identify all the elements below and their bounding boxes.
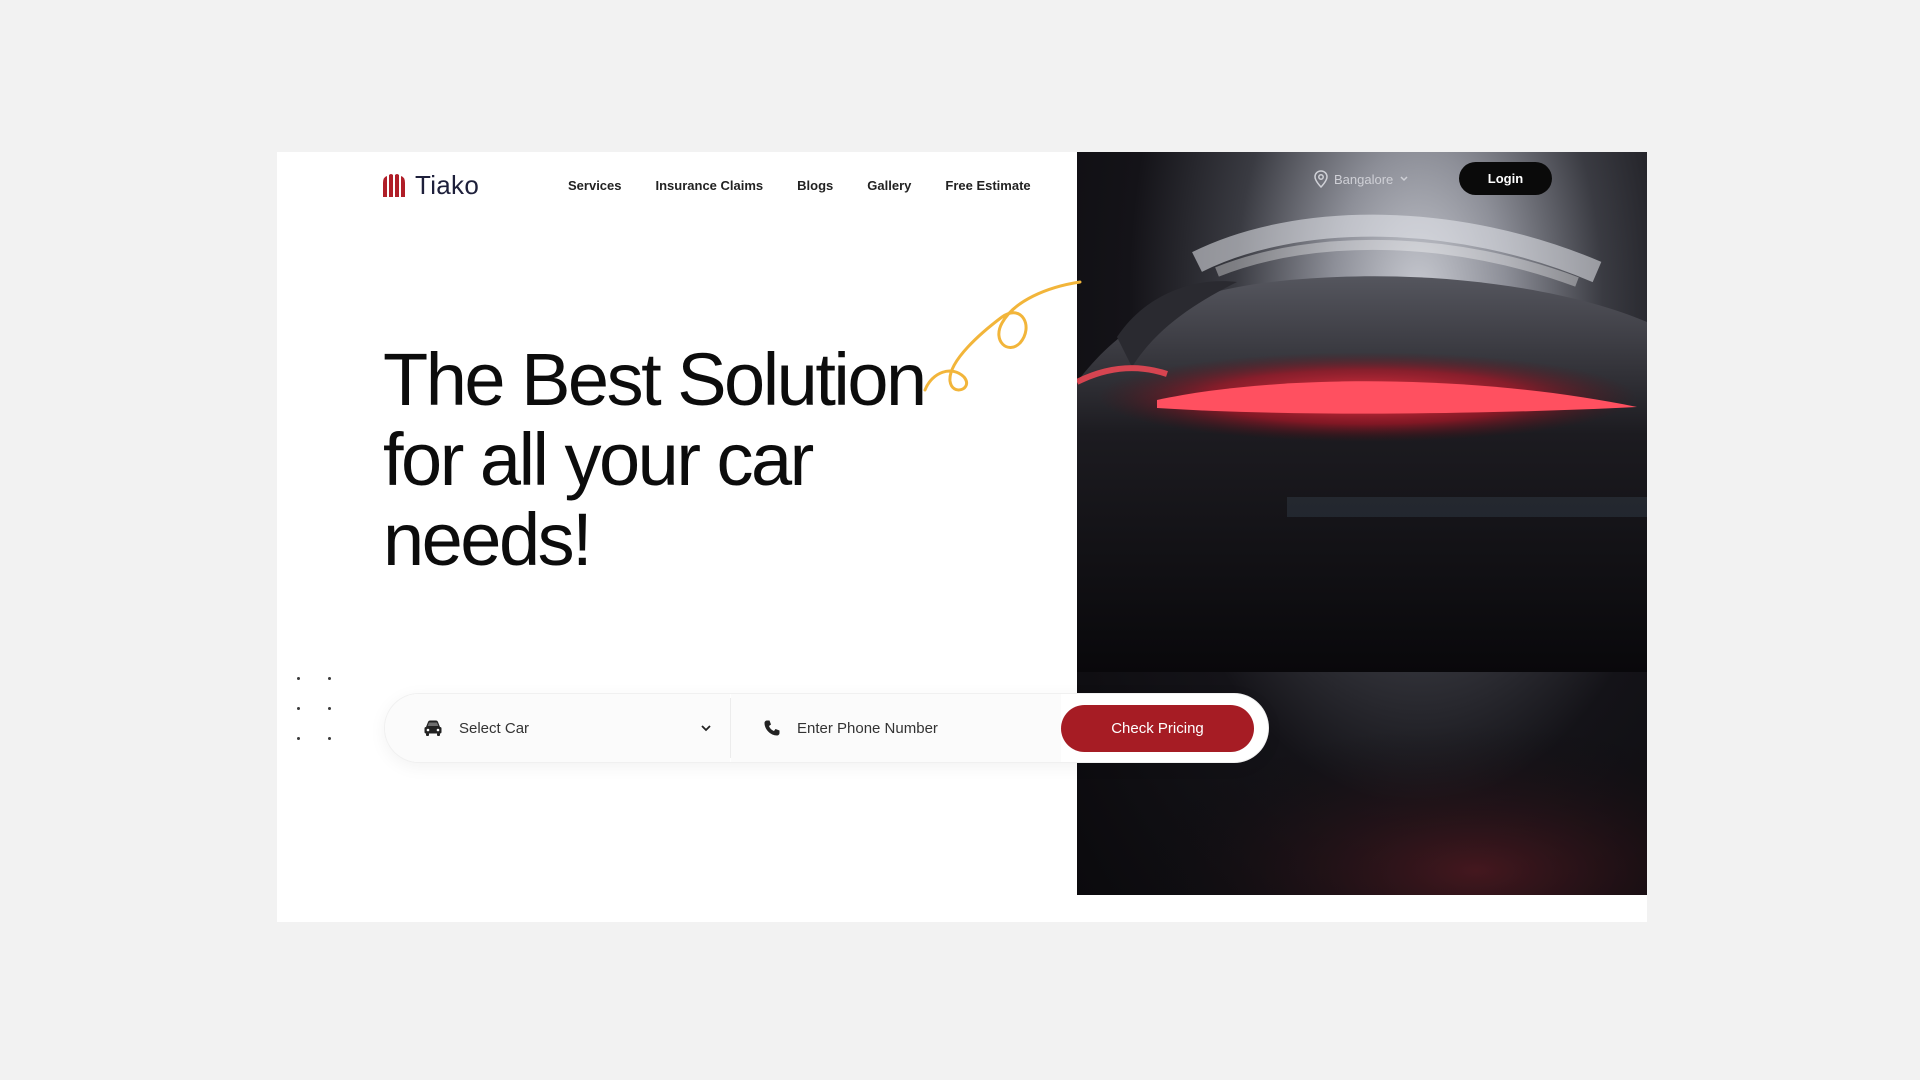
hero-car-image — [1077, 152, 1647, 895]
phone-icon — [764, 720, 780, 736]
check-pricing-button[interactable]: Check Pricing — [1061, 705, 1254, 752]
nav-item-gallery[interactable]: Gallery — [867, 178, 911, 193]
select-car-dropdown[interactable]: Select Car — [385, 694, 730, 762]
main-nav: Services Insurance Claims Blogs Gallery … — [568, 178, 1031, 193]
car-icon — [424, 720, 442, 736]
login-button[interactable]: Login — [1459, 162, 1552, 195]
brand-logo[interactable]: Tiako — [381, 170, 479, 201]
nav-item-services[interactable]: Services — [568, 178, 622, 193]
decorative-swirl-icon — [923, 280, 1082, 392]
phone-field — [731, 694, 1061, 762]
chevron-down-icon — [1400, 176, 1408, 182]
phone-input[interactable] — [795, 718, 1049, 738]
pricing-form: Select Car Check Pricing — [385, 694, 1268, 762]
hero-headline: The Best Solution for all your car needs… — [383, 338, 927, 581]
select-car-label: Select Car — [459, 719, 530, 737]
car-illustration — [1077, 214, 1647, 895]
nav-item-insurance-claims[interactable]: Insurance Claims — [656, 178, 764, 193]
tiako-logo-icon — [383, 173, 405, 197]
map-pin-icon — [1314, 170, 1328, 188]
decorative-dots — [297, 677, 332, 740]
chevron-down-icon — [701, 725, 711, 732]
page-frame: Tiako Services Insurance Claims Blogs Ga… — [277, 152, 1647, 922]
nav-item-blogs[interactable]: Blogs — [797, 178, 833, 193]
nav-item-free-estimate[interactable]: Free Estimate — [945, 178, 1030, 193]
location-selector[interactable]: Bangalore — [1314, 170, 1409, 188]
location-label: Bangalore — [1334, 171, 1394, 187]
brand-name: Tiako — [415, 170, 480, 200]
